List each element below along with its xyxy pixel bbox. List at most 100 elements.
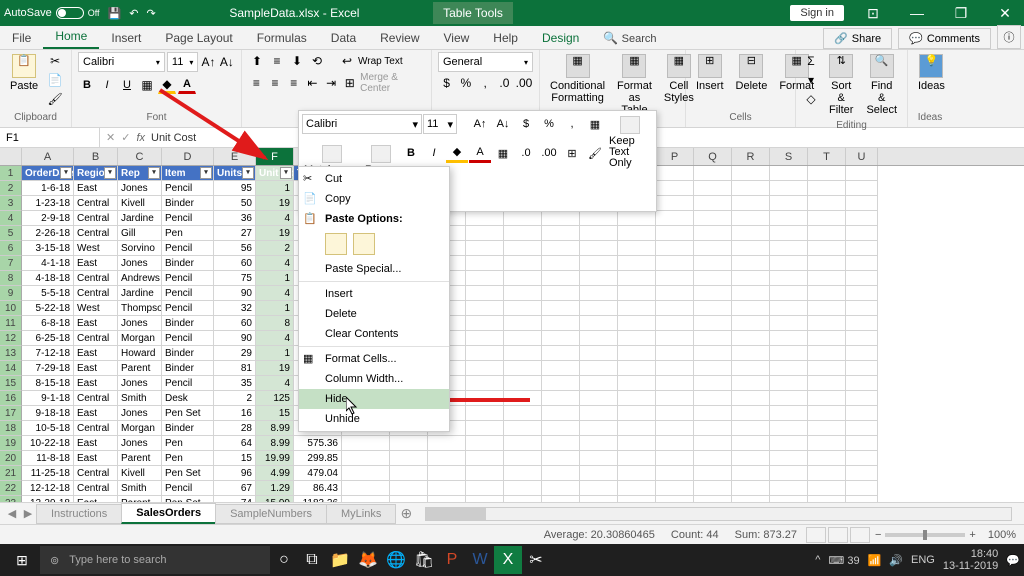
ctx-delete[interactable]: Delete [299,304,449,324]
ctx-clear-contents[interactable]: Clear Contents [299,324,449,344]
italic-button[interactable]: I [98,76,116,94]
table-cell[interactable]: 90 [214,286,256,301]
table-cell[interactable]: Morgan [118,421,162,436]
table-cell[interactable]: 1-23-18 [22,196,74,211]
table-cell[interactable]: 74 [214,496,256,502]
table-cell[interactable]: East [74,256,118,271]
table-cell[interactable]: Central [74,331,118,346]
table-cell[interactable]: 11-8-18 [22,451,74,466]
increase-decimal-icon[interactable]: .0 [496,74,513,92]
table-cell[interactable]: Smith [118,391,162,406]
table-header[interactable]: Region▾ [74,166,118,181]
table-cell[interactable]: 1.29 [256,481,294,496]
table-cell[interactable]: 15.99 [256,496,294,502]
merge-button[interactable]: ⊞ [341,74,358,92]
table-cell[interactable]: Gill [118,226,162,241]
tab-search[interactable]: 🔍 Search [591,27,668,49]
minimize-icon[interactable]: — [902,5,932,21]
table-header[interactable]: Unit Cost▾ [256,166,294,181]
decrease-indent-icon[interactable]: ⇤ [304,74,321,92]
cut-icon[interactable]: ✂ [46,52,64,70]
horizontal-scrollbar[interactable] [425,507,1012,521]
app-snip-icon[interactable]: ✂ [522,546,550,574]
table-cell[interactable]: Jones [118,181,162,196]
start-button[interactable]: ⊞ [4,544,40,576]
table-cell[interactable]: Jones [118,256,162,271]
table-cell[interactable]: 1 [256,346,294,361]
ctx-hide[interactable]: Hide [299,389,449,409]
table-cell[interactable]: East [74,436,118,451]
table-cell[interactable]: 6-25-18 [22,331,74,346]
table-cell[interactable]: 1 [256,181,294,196]
table-cell[interactable]: 19 [256,226,294,241]
table-cell[interactable]: 4 [256,376,294,391]
ideas-button[interactable]: 💡Ideas [914,52,949,94]
table-cell[interactable]: Desk [162,391,214,406]
mini-border-icon[interactable]: ▦ [492,143,514,163]
table-cell[interactable]: Central [74,286,118,301]
name-box[interactable]: F1 [0,128,100,147]
table-cell[interactable]: 96 [214,466,256,481]
mini-keep-text-button[interactable]: Keep Text Only [607,114,653,171]
mini-dec-decimal-icon[interactable]: .00 [538,143,560,163]
table-cell[interactable]: Central [74,226,118,241]
sheet-salesorders[interactable]: SalesOrders [121,503,216,524]
ctx-column-width[interactable]: Column Width... [299,369,449,389]
enter-fx-icon[interactable]: ✓ [121,131,130,144]
table-cell[interactable]: 4 [256,256,294,271]
table-cell[interactable]: 27 [214,226,256,241]
table-cell[interactable]: 3-15-18 [22,241,74,256]
table-cell[interactable]: Jones [118,376,162,391]
app-explorer-icon[interactable]: 📁 [326,546,354,574]
ctx-paste-special[interactable]: Paste Special... [299,259,449,279]
table-cell[interactable]: Binder [162,421,214,436]
align-top-icon[interactable]: ⬆ [248,52,266,70]
decrease-decimal-icon[interactable]: .00 [515,74,533,92]
table-cell[interactable]: 10-5-18 [22,421,74,436]
table-cell[interactable]: Thompson [118,301,162,316]
table-cell[interactable]: 5-22-18 [22,301,74,316]
insert-cells-button[interactable]: ⊞Insert [692,52,728,94]
redo-icon[interactable]: ↷ [146,7,155,20]
col-header-T[interactable]: T [808,148,846,165]
copy-icon[interactable]: 📄 [46,71,64,89]
table-cell[interactable]: 1-6-18 [22,181,74,196]
tab-home[interactable]: Home [43,25,99,49]
table-cell[interactable]: Pencil [162,181,214,196]
table-cell[interactable]: 67 [214,481,256,496]
col-header-D[interactable]: D [162,148,214,165]
maximize-icon[interactable]: ❐ [946,5,976,22]
col-header-A[interactable]: A [22,148,74,165]
table-cell[interactable]: Pencil [162,481,214,496]
table-cell[interactable]: 32 [214,301,256,316]
format-painter-icon[interactable]: 🖌 [46,90,64,108]
tab-design[interactable]: Design [530,27,591,49]
underline-button[interactable]: U [118,76,136,94]
zoom-out-icon[interactable]: − [875,529,881,541]
table-cell[interactable]: Binder [162,316,214,331]
table-cell[interactable]: 16 [214,406,256,421]
table-cell[interactable]: East [74,361,118,376]
wrap-text-button[interactable]: ↩ [338,52,356,70]
table-cell[interactable]: East [74,496,118,502]
mini-inc-decimal-icon[interactable]: .0 [515,143,537,163]
table-cell[interactable]: 29 [214,346,256,361]
table-cell[interactable]: 4 [256,211,294,226]
formula-input[interactable]: Unit Cost [151,132,196,144]
table-cell[interactable]: Pen [162,226,214,241]
zoom-in-icon[interactable]: + [969,529,975,541]
table-cell[interactable]: 60 [214,316,256,331]
cortana-icon[interactable]: ○ [270,546,298,574]
table-cell[interactable]: 5-5-18 [22,286,74,301]
table-cell[interactable]: Parent [118,496,162,502]
view-pagelayout-icon[interactable] [828,527,848,543]
mini-font-combo[interactable]: Calibri▾ [302,114,422,134]
table-cell[interactable]: Central [74,211,118,226]
table-cell[interactable]: 4 [256,286,294,301]
autosave-toggle[interactable]: AutoSaveOff [4,7,100,19]
table-cell[interactable]: 15 [214,451,256,466]
save-icon[interactable]: 💾 [108,7,122,20]
align-right-icon[interactable]: ≡ [285,74,302,92]
table-cell[interactable]: Pencil [162,286,214,301]
table-cell[interactable]: East [74,376,118,391]
